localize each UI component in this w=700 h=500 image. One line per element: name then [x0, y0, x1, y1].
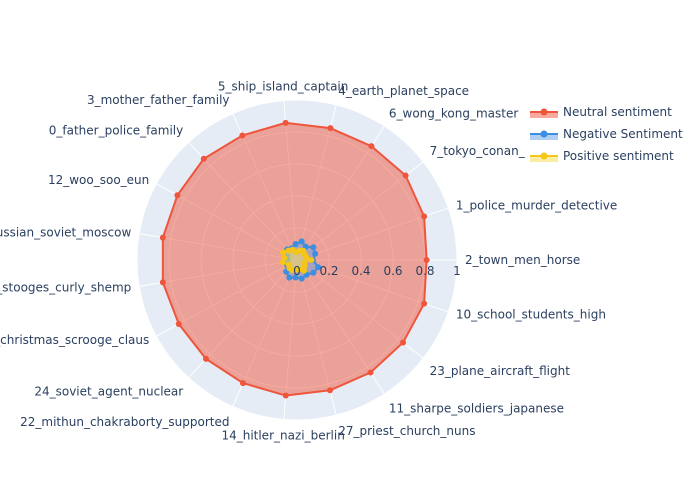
- legend: Neutral sentiment Negative Sentiment Posit…: [530, 105, 683, 163]
- category-label: 7_tokyo_conan_: [430, 144, 526, 158]
- data-point[interactable]: [298, 238, 305, 245]
- category-label: 22_mithun_chakraborty_supported: [20, 415, 229, 429]
- category-label: 14_hitler_nazi_berlin: [221, 428, 344, 442]
- legend-label: Positive sentiment: [563, 149, 674, 163]
- category-label: 3_mother_father_family: [87, 93, 230, 107]
- radial-tick-label: 0: [293, 264, 301, 278]
- data-point[interactable]: [175, 320, 182, 327]
- radial-tick-label: 0.2: [319, 264, 338, 278]
- legend-item[interactable]: Negative Sentiment: [530, 127, 683, 141]
- category-label: 8_russian_soviet_moscow: [0, 225, 131, 239]
- category-label: 5_ship_island_captain: [218, 80, 349, 94]
- category-label: 23_plane_aircraft_flight: [430, 364, 571, 378]
- category-label: 10_school_students_high: [456, 308, 606, 322]
- radial-tick-label: 0.8: [415, 264, 434, 278]
- data-point[interactable]: [285, 247, 292, 254]
- data-point[interactable]: [421, 300, 428, 307]
- category-label: 12_woo_soo_eun: [48, 173, 149, 187]
- radial-tick-label: 0.4: [351, 264, 370, 278]
- legend-marker: [540, 152, 548, 160]
- data-point[interactable]: [400, 339, 407, 346]
- data-point[interactable]: [308, 257, 315, 263]
- data-point[interactable]: [423, 257, 430, 263]
- legend-label: Neutral sentiment: [563, 105, 672, 119]
- category-label: 9_stooges_curly_shemp: [0, 281, 131, 295]
- data-point[interactable]: [301, 259, 308, 266]
- data-point[interactable]: [159, 234, 166, 241]
- data-point[interactable]: [239, 132, 246, 139]
- category-label: 6_wong_kong_master: [389, 106, 518, 120]
- category-label: 2_town_men_horse: [465, 253, 580, 267]
- legend-item[interactable]: Positive sentiment: [530, 149, 674, 163]
- data-point[interactable]: [367, 369, 374, 376]
- data-point[interactable]: [310, 244, 317, 251]
- data-point[interactable]: [174, 192, 181, 199]
- data-point[interactable]: [421, 213, 428, 220]
- data-point[interactable]: [327, 125, 334, 132]
- category-label: 24_soviet_agent_nuclear: [34, 385, 183, 399]
- data-point[interactable]: [282, 119, 289, 126]
- data-point[interactable]: [310, 269, 317, 276]
- radial-tick-label: 1: [453, 264, 461, 278]
- category-label: 19_christmas_scrooge_claus: [0, 333, 149, 347]
- legend-label: Negative Sentiment: [563, 127, 683, 141]
- data-point[interactable]: [312, 250, 319, 257]
- category-label: 11_sharpe_soldiers_japanese: [389, 402, 564, 416]
- data-point[interactable]: [200, 155, 207, 162]
- data-point[interactable]: [282, 392, 289, 399]
- data-point[interactable]: [279, 249, 286, 256]
- category-label: 4_earth_planet_space: [338, 84, 469, 98]
- data-point[interactable]: [279, 259, 286, 266]
- data-point[interactable]: [159, 279, 166, 286]
- legend-marker: [540, 108, 548, 116]
- data-point[interactable]: [240, 380, 247, 387]
- category-label: 1_police_murder_detective: [456, 198, 617, 212]
- data-point[interactable]: [368, 143, 375, 150]
- data-point[interactable]: [202, 355, 209, 362]
- data-point[interactable]: [326, 387, 333, 394]
- radar-chart: 0 0.2 0.4 0.6 0.8 1 2_town_men_horse 1_police_…: [0, 80, 683, 443]
- data-point[interactable]: [402, 172, 409, 179]
- category-label: 27_priest_church_nuns: [338, 424, 475, 438]
- data-point[interactable]: [286, 274, 293, 281]
- legend-item[interactable]: Neutral sentiment: [530, 105, 672, 119]
- category-label: 0_father_police_family: [49, 123, 183, 137]
- radial-tick-label: 0.6: [383, 264, 402, 278]
- legend-marker: [540, 130, 548, 138]
